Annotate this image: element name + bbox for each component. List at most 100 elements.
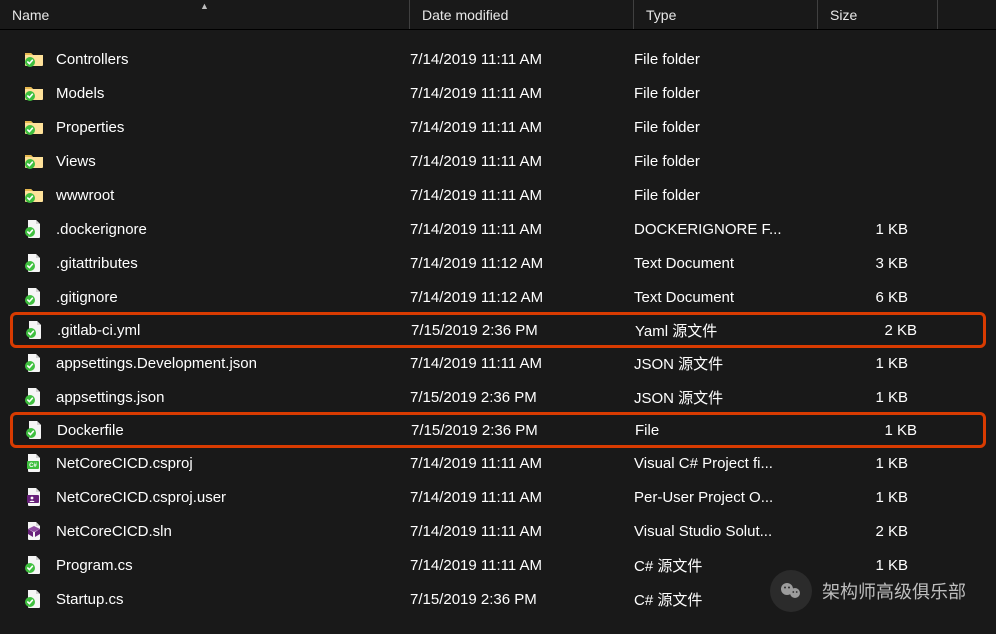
cell-date: 7/14/2019 11:11 AM (410, 119, 634, 136)
file-row[interactable]: .gitignore7/14/2019 11:12 AMText Documen… (0, 280, 996, 314)
cell-name: appsettings.json (0, 387, 410, 407)
cell-size: 6 KB (818, 289, 938, 306)
file-row[interactable]: .dockerignore 7/14/2019 11:11 AMDOCKERIGN… (0, 212, 996, 246)
sln-icon (24, 521, 44, 541)
file-name-text: appsettings.Development.json (56, 355, 257, 372)
file-row[interactable]: Controllers7/14/2019 11:11 AMFile folder (0, 42, 996, 76)
file-name-text: Program.cs (56, 557, 133, 574)
file-name-text: appsettings.json (56, 389, 164, 406)
folder-check-icon (24, 151, 44, 171)
file-name-text: Properties (56, 119, 124, 136)
cell-name: Controllers (0, 49, 410, 69)
file-row[interactable]: appsettings.json 7/15/2019 2:36 PMJSON 源文… (0, 380, 996, 414)
file-name-text: .dockerignore (56, 221, 147, 238)
cell-name: Models (0, 83, 410, 103)
file-check-icon (24, 287, 44, 307)
cell-type: File (635, 422, 819, 439)
file-check-icon (24, 353, 44, 373)
file-row[interactable]: Properties 7/14/2019 11:11 AMFile folder (0, 110, 996, 144)
file-name-text: NetCoreCICD.csproj (56, 455, 193, 472)
csproj-user-icon (24, 487, 44, 507)
cell-size: 2 KB (819, 322, 939, 339)
column-header-size[interactable]: Size (818, 0, 938, 29)
column-label: Type (646, 7, 676, 23)
cell-type: JSON 源文件 (634, 387, 818, 408)
cell-name: NetCoreCICD.csproj (0, 453, 410, 473)
watermark-text: 架构师高级俱乐部 (822, 578, 966, 604)
cell-date: 7/14/2019 11:11 AM (410, 455, 634, 472)
cell-name: appsettings.Development.json (0, 353, 410, 373)
cell-date: 7/14/2019 11:11 AM (410, 85, 634, 102)
cell-size: 1 KB (819, 422, 939, 439)
file-row[interactable]: NetCoreCICD.csproj.user 7/14/2019 11:11 A… (0, 480, 996, 514)
column-header-date[interactable]: Date modified (410, 0, 634, 29)
column-label: Name (12, 7, 49, 23)
column-header-name[interactable]: Name ▲ (0, 0, 410, 29)
cell-date: 7/14/2019 11:11 AM (410, 557, 634, 574)
cell-name: .dockerignore (0, 219, 410, 239)
file-explorer: Name ▲ Date modified Type Size Controlle… (0, 0, 996, 616)
file-row[interactable]: .gitattributes7/14/2019 11:12 AMText Doc… (0, 246, 996, 280)
cell-name: Properties (0, 117, 410, 137)
cell-size: 1 KB (818, 389, 938, 406)
file-name-text: NetCoreCICD.csproj.user (56, 489, 226, 506)
file-check-icon (25, 420, 45, 440)
wechat-icon (770, 570, 812, 612)
cell-name: Views (0, 151, 410, 171)
file-rows: Controllers7/14/2019 11:11 AMFile folder… (0, 30, 996, 616)
file-row[interactable]: NetCoreCICD.csproj 7/14/2019 11:11 AMVisu… (0, 446, 996, 480)
file-check-icon (24, 589, 44, 609)
cell-name: .gitlab-ci.yml (13, 320, 411, 340)
cell-type: Visual C# Project fi... (634, 455, 818, 472)
cell-date: 7/15/2019 2:36 PM (411, 422, 635, 439)
file-row[interactable]: Views7/14/2019 11:11 AMFile folder (0, 144, 996, 178)
cell-type: DOCKERIGNORE F... (634, 221, 818, 238)
column-label: Size (830, 7, 857, 23)
file-row[interactable]: .gitlab-ci.yml7/15/2019 2:36 PMYaml 源文件2… (10, 312, 986, 348)
column-label: Date modified (422, 7, 508, 23)
cell-name: NetCoreCICD.csproj.user (0, 487, 410, 507)
cell-type: Yaml 源文件 (635, 320, 819, 341)
cell-date: 7/14/2019 11:12 AM (410, 289, 634, 306)
file-name-text: Models (56, 85, 104, 102)
cell-date: 7/14/2019 11:11 AM (410, 221, 634, 238)
cell-date: 7/15/2019 2:36 PM (410, 389, 634, 406)
sort-ascending-icon: ▲ (200, 1, 209, 11)
cell-type: File folder (634, 119, 818, 136)
file-name-text: Startup.cs (56, 591, 124, 608)
cell-date: 7/14/2019 11:11 AM (410, 489, 634, 506)
cell-name: .gitattributes (0, 253, 410, 273)
cell-name: Dockerfile (13, 420, 411, 440)
cell-type: File folder (634, 51, 818, 68)
file-name-text: NetCoreCICD.sln (56, 523, 172, 540)
cell-name: NetCoreCICD.sln (0, 521, 410, 541)
file-row[interactable]: Models7/14/2019 11:11 AMFile folder (0, 76, 996, 110)
cell-type: Text Document (634, 255, 818, 272)
column-headers: Name ▲ Date modified Type Size (0, 0, 996, 30)
file-row[interactable]: wwwroot7/14/2019 11:11 AMFile folder (0, 178, 996, 212)
cell-name: Startup.cs (0, 589, 410, 609)
cell-type: File folder (634, 187, 818, 204)
cell-date: 7/14/2019 11:11 AM (410, 523, 634, 540)
file-row[interactable]: Dockerfile 7/15/2019 2:36 PMFile1 KB (10, 412, 986, 448)
cell-size: 2 KB (818, 523, 938, 540)
cell-size: 1 KB (818, 355, 938, 372)
cell-name: wwwroot (0, 185, 410, 205)
file-name-text: Views (56, 153, 96, 170)
cell-type: File folder (634, 153, 818, 170)
cell-type: Per-User Project O... (634, 489, 818, 506)
folder-check-icon (24, 49, 44, 69)
file-name-text: Dockerfile (57, 422, 124, 439)
column-header-type[interactable]: Type (634, 0, 818, 29)
cell-size: 1 KB (818, 221, 938, 238)
cell-type: Text Document (634, 289, 818, 306)
cell-date: 7/15/2019 2:36 PM (410, 591, 634, 608)
file-row[interactable]: appsettings.Development.json7/14/2019 11… (0, 346, 996, 380)
cell-size: 3 KB (818, 255, 938, 272)
cell-type: Visual Studio Solut... (634, 523, 818, 540)
file-check-icon (24, 219, 44, 239)
file-check-icon (24, 253, 44, 273)
cell-type: JSON 源文件 (634, 353, 818, 374)
file-row[interactable]: NetCoreCICD.sln 7/14/2019 11:11 AMVisual … (0, 514, 996, 548)
cell-date: 7/14/2019 11:11 AM (410, 51, 634, 68)
